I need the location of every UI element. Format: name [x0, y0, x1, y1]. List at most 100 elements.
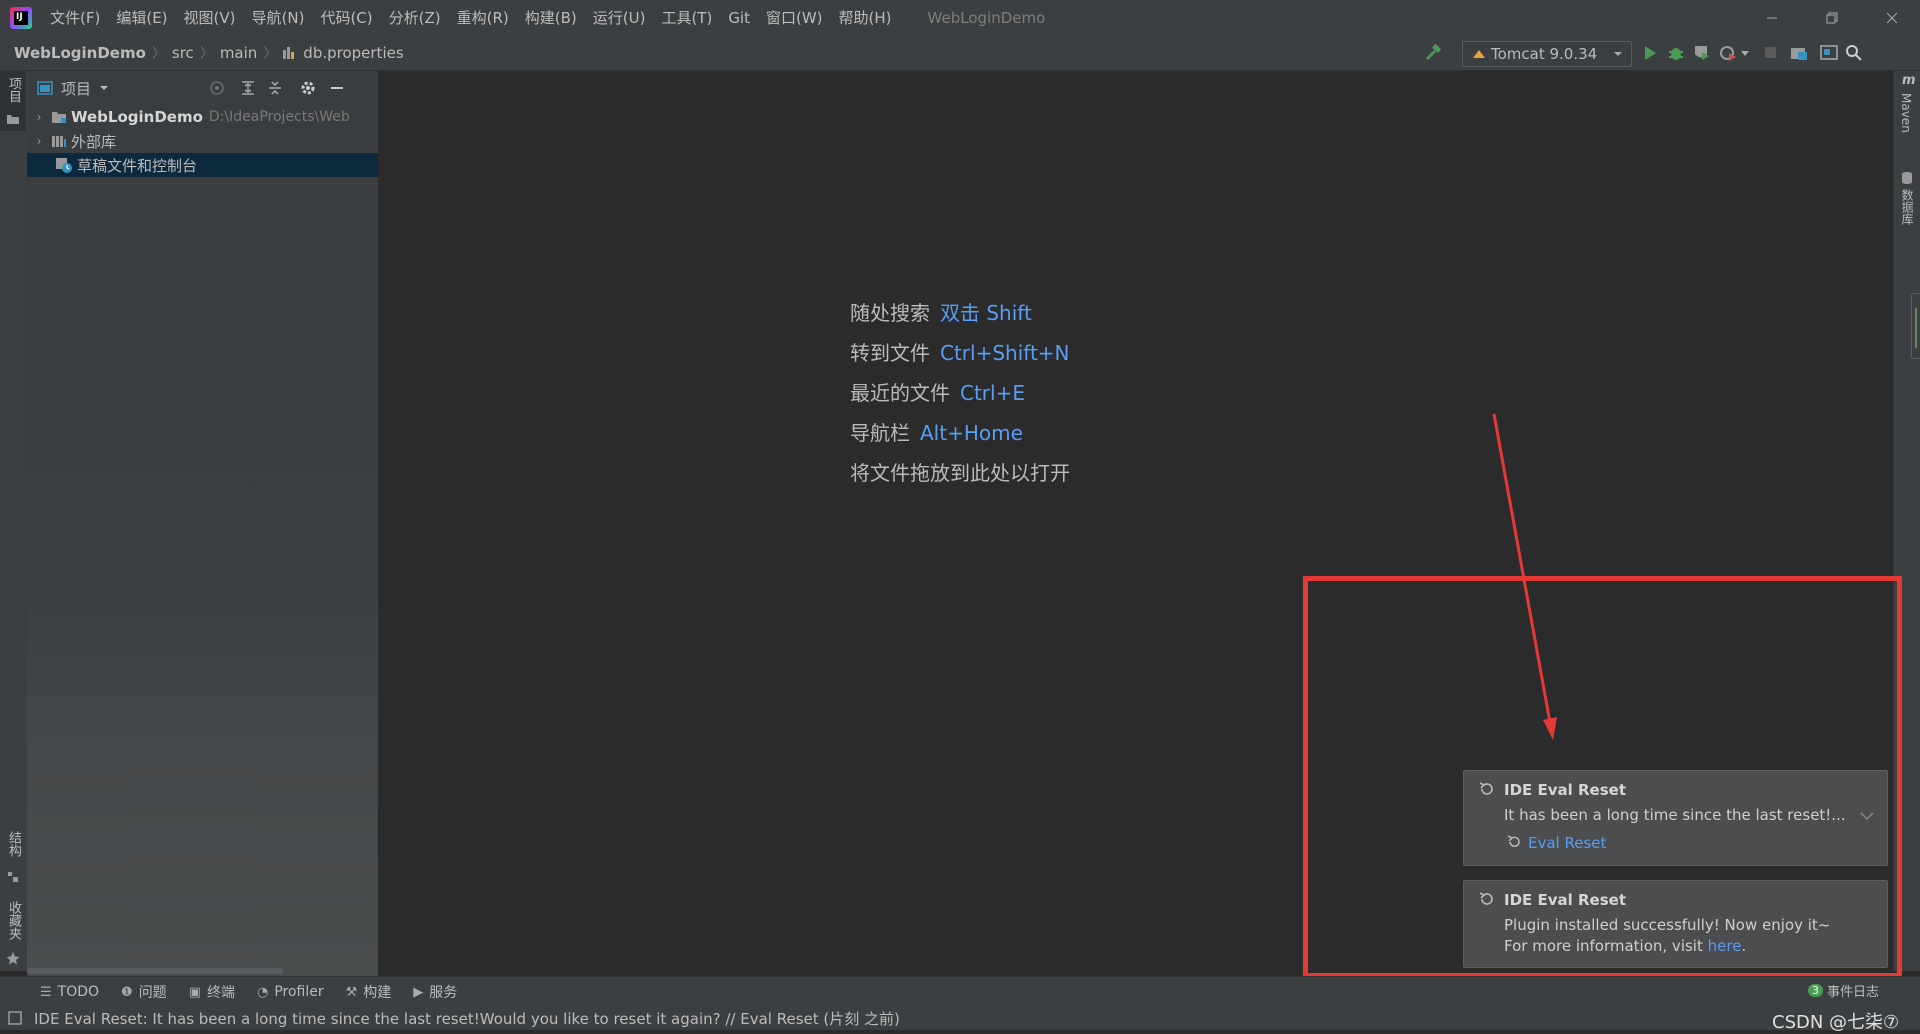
module-folder-icon: [52, 112, 66, 123]
breadcrumb-main[interactable]: main: [216, 44, 261, 62]
breadcrumb: WebLoginDemo 〉 src 〉 main 〉 db.propertie…: [0, 43, 408, 63]
collapse-all-icon[interactable]: [267, 80, 283, 96]
title-bar: IJ 文件(F) 编辑(E) 视图(V) 导航(N) 代码(C) 分析(Z) 重…: [0, 0, 1920, 36]
menu-run[interactable]: 运行(U): [585, 0, 654, 36]
select-opened-file-icon[interactable]: [209, 80, 225, 96]
structure-tool-tab[interactable]: 结构: [0, 831, 26, 901]
todo-tab[interactable]: ☰ TODO: [40, 984, 99, 1000]
terminal-icon: ▣: [188, 984, 201, 1000]
menu-git[interactable]: Git: [720, 0, 758, 36]
menu-edit[interactable]: 编辑(E): [108, 0, 175, 36]
tree-item-webloginddemo[interactable]: › WebLoginDemo D:\IdeaProjects\WebLc: [27, 105, 378, 129]
hint-shortcut: Alt+Home: [920, 421, 1023, 445]
menu-window[interactable]: 窗口(W): [758, 0, 831, 36]
breadcrumb-file[interactable]: db.properties: [299, 44, 407, 62]
menu-navigate[interactable]: 导航(N): [244, 0, 313, 36]
status-message[interactable]: IDE Eval Reset: It has been a long time …: [34, 1008, 900, 1029]
hide-panel-icon[interactable]: [330, 81, 344, 95]
hint-label: 最近的文件: [850, 381, 950, 405]
debug-icon[interactable]: [1667, 44, 1685, 62]
toggle-tool-windows-icon[interactable]: [8, 1011, 22, 1025]
run-with-coverage-icon[interactable]: [1693, 44, 1711, 62]
favorites-tab-label: 收藏夹: [6, 901, 21, 940]
services-tab[interactable]: ▶ 服务: [413, 982, 457, 1002]
tree-item-scratches[interactable]: 草稿文件和控制台: [27, 153, 378, 177]
eval-reset-action-link[interactable]: Eval Reset: [1528, 834, 1606, 852]
notification-title: IDE Eval Reset: [1504, 781, 1627, 799]
run-icon[interactable]: [1641, 44, 1659, 62]
notification-body: Plugin installed successfully! Now enjoy…: [1504, 916, 1831, 934]
close-button[interactable]: [1864, 0, 1920, 36]
horizontal-scrollbar[interactable]: [27, 968, 283, 974]
minimize-icon: [1767, 17, 1777, 19]
menu-help[interactable]: 帮助(H): [831, 0, 900, 36]
tomcat-icon: [1473, 50, 1485, 58]
info-icon: ❶: [121, 984, 133, 1000]
terminal-tab[interactable]: ▣ 终端: [189, 982, 235, 1002]
notification-body-more: For more information, visit here.: [1504, 937, 1747, 955]
run-configuration-dropdown[interactable]: Tomcat 9.0.34: [1462, 41, 1632, 67]
database-icon: [1902, 172, 1912, 184]
breadcrumb-src[interactable]: src: [168, 44, 198, 62]
watermark: CSDN @七柒⑦: [1772, 1012, 1900, 1033]
maven-icon: m: [1902, 73, 1916, 88]
left-tool-window-strip: 项目 结构 收藏夹: [0, 71, 28, 971]
database-tab-label: 数据库: [1900, 189, 1914, 225]
chevron-right-icon[interactable]: ›: [31, 110, 47, 124]
menu-file[interactable]: 文件(F): [42, 0, 108, 36]
reset-icon: [1479, 782, 1493, 795]
here-link[interactable]: here: [1708, 937, 1742, 955]
chevron-down-icon[interactable]: [1740, 49, 1750, 59]
expand-all-icon[interactable]: [240, 80, 256, 96]
profile-icon[interactable]: [1719, 44, 1737, 62]
menu-code[interactable]: 代码(C): [312, 0, 380, 36]
breadcrumb-separator: 〉: [199, 46, 214, 62]
tree-item-external-libraries[interactable]: › 外部库: [27, 129, 378, 153]
menu-refactor[interactable]: 重构(R): [449, 0, 517, 36]
stop-icon[interactable]: [1762, 44, 1780, 62]
breadcrumb-project[interactable]: WebLoginDemo: [10, 44, 150, 62]
hint-search-everywhere: 随处搜索 双击 Shift: [850, 297, 1032, 326]
hint-label: 随处搜索: [850, 301, 930, 325]
notification-title: IDE Eval Reset: [1504, 891, 1627, 909]
hint-label: 将文件拖放到此处以打开: [850, 461, 1070, 485]
structure-tab-label: 结构: [6, 831, 21, 857]
tree-item-label: 外部库: [71, 132, 117, 151]
folder-icon: [7, 115, 19, 124]
problems-tab[interactable]: ❶ 问题: [121, 982, 167, 1002]
tree-item-label: WebLoginDemo: [71, 108, 203, 126]
restore-button[interactable]: [1804, 0, 1860, 36]
play-circle-icon: ▶: [413, 984, 424, 1000]
project-panel-header: 项目: [27, 71, 378, 105]
chevron-down-icon[interactable]: [1860, 811, 1874, 821]
build-hammer-icon[interactable]: [1424, 44, 1442, 62]
library-icon: [52, 136, 66, 147]
presentation-mode-icon[interactable]: [1820, 44, 1838, 62]
minimize-button[interactable]: [1744, 0, 1800, 36]
project-structure-icon[interactable]: [1790, 44, 1808, 62]
tree-item-path: D:\IdeaProjects\WebLc: [208, 109, 349, 125]
favorites-tool-tab[interactable]: 收藏夹: [0, 901, 26, 981]
gear-icon[interactable]: [300, 80, 316, 96]
menu-tools[interactable]: 工具(T): [653, 0, 720, 36]
properties-file-icon: [283, 47, 295, 59]
build-tab[interactable]: ⚒ 构建: [346, 982, 392, 1002]
list-icon: ☰: [40, 984, 52, 1000]
maven-tool-tab[interactable]: m Maven: [1894, 71, 1920, 151]
project-panel-title[interactable]: 项目: [61, 78, 91, 99]
menu-view[interactable]: 视图(V): [176, 0, 244, 36]
chevron-right-icon[interactable]: ›: [31, 134, 47, 148]
notification-eval-reset-2[interactable]: IDE Eval Reset Plugin installed successf…: [1463, 880, 1888, 968]
search-icon[interactable]: [1845, 44, 1863, 62]
event-log-tab[interactable]: 3 事件日志: [1808, 981, 1879, 1000]
profiler-icon: ◔: [256, 984, 269, 1000]
profiler-tab[interactable]: ◔ Profiler: [257, 984, 324, 1000]
menu-analyze[interactable]: 分析(Z): [381, 0, 449, 36]
notification-eval-reset-1[interactable]: IDE Eval Reset It has been a long time s…: [1463, 770, 1888, 866]
hint-go-to-file: 转到文件 Ctrl+Shift+N: [850, 337, 1070, 366]
database-tool-tab[interactable]: 数据库: [1894, 171, 1920, 261]
menu-build[interactable]: 构建(B): [517, 0, 585, 36]
chevron-down-icon[interactable]: [99, 83, 109, 93]
hint-shortcut: Ctrl+Shift+N: [940, 341, 1070, 365]
project-tool-tab[interactable]: 项目: [0, 71, 26, 131]
